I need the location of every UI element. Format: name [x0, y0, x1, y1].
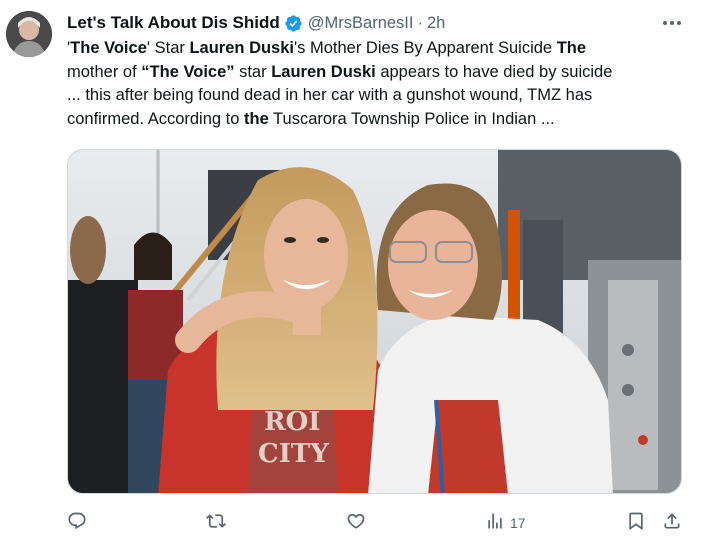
dot-icon	[663, 21, 667, 25]
bold-text: The	[556, 39, 587, 57]
more-options-icon[interactable]	[658, 12, 686, 34]
tweet-text-line: confirmed. According to the Tuscarora To…	[67, 108, 697, 132]
views-button[interactable]: 17	[485, 509, 526, 537]
shirt-text: ROI	[264, 407, 320, 437]
text-segment: mother of	[67, 62, 142, 81]
tweet-text-line: mother of “The Voice” star Lauren Duski …	[67, 61, 697, 85]
tweet-photo[interactable]: ROI CITY	[67, 149, 682, 494]
tweet-actions: 17	[0, 509, 720, 537]
shirt-text: CITY	[258, 439, 329, 469]
text-segment: ' Star	[146, 39, 190, 57]
share-button[interactable]	[662, 509, 682, 537]
reply-icon	[67, 511, 87, 536]
dot-icon	[677, 21, 681, 25]
dot-icon	[670, 21, 674, 25]
text-segment: 's Mother Dies By Apparent Suicide	[294, 39, 557, 57]
text-segment: Tuscarora Township Police in Indian ...	[268, 109, 555, 128]
bold-text: The Voice	[70, 39, 147, 57]
user-handle[interactable]: @MrsBarnesII	[308, 14, 414, 33]
tweet-card[interactable]: Let's Talk About Dis Shidd @MrsBarnesII …	[0, 0, 720, 559]
views-icon	[485, 511, 505, 536]
tweet-text-line: 'The Voice' Star Lauren Duski's Mother D…	[67, 37, 697, 61]
bookmark-button[interactable]	[626, 509, 646, 537]
text-segment: appears to have died by suicide	[375, 62, 613, 81]
like-icon	[346, 511, 366, 536]
tweet-text: 'The Voice' Star Lauren Duski's Mother D…	[67, 37, 697, 131]
bold-text: “The Voice”	[141, 62, 235, 81]
text-segment: confirmed. According to	[67, 109, 245, 128]
share-icon	[662, 511, 682, 536]
bold-text: Lauren Duski	[271, 62, 376, 81]
views-count: 17	[510, 515, 526, 531]
bold-text: the	[244, 109, 269, 128]
reply-button[interactable]	[67, 509, 87, 537]
bold-text: Lauren Duski	[189, 39, 294, 57]
retweet-icon	[206, 511, 226, 536]
text-segment: star	[234, 62, 272, 81]
tweet-header: Let's Talk About Dis Shidd @MrsBarnesII …	[67, 10, 445, 36]
like-button[interactable]	[346, 509, 366, 537]
display-name[interactable]: Let's Talk About Dis Shidd	[67, 13, 280, 33]
timestamp[interactable]: 2h	[427, 14, 445, 33]
tweet-text-line: ... this after being found dead in her c…	[67, 86, 593, 104]
retweet-button[interactable]	[206, 509, 226, 537]
separator-dot: ·	[417, 13, 423, 32]
bookmark-icon	[626, 511, 646, 536]
verified-badge-icon	[284, 14, 303, 33]
avatar[interactable]	[6, 11, 52, 57]
